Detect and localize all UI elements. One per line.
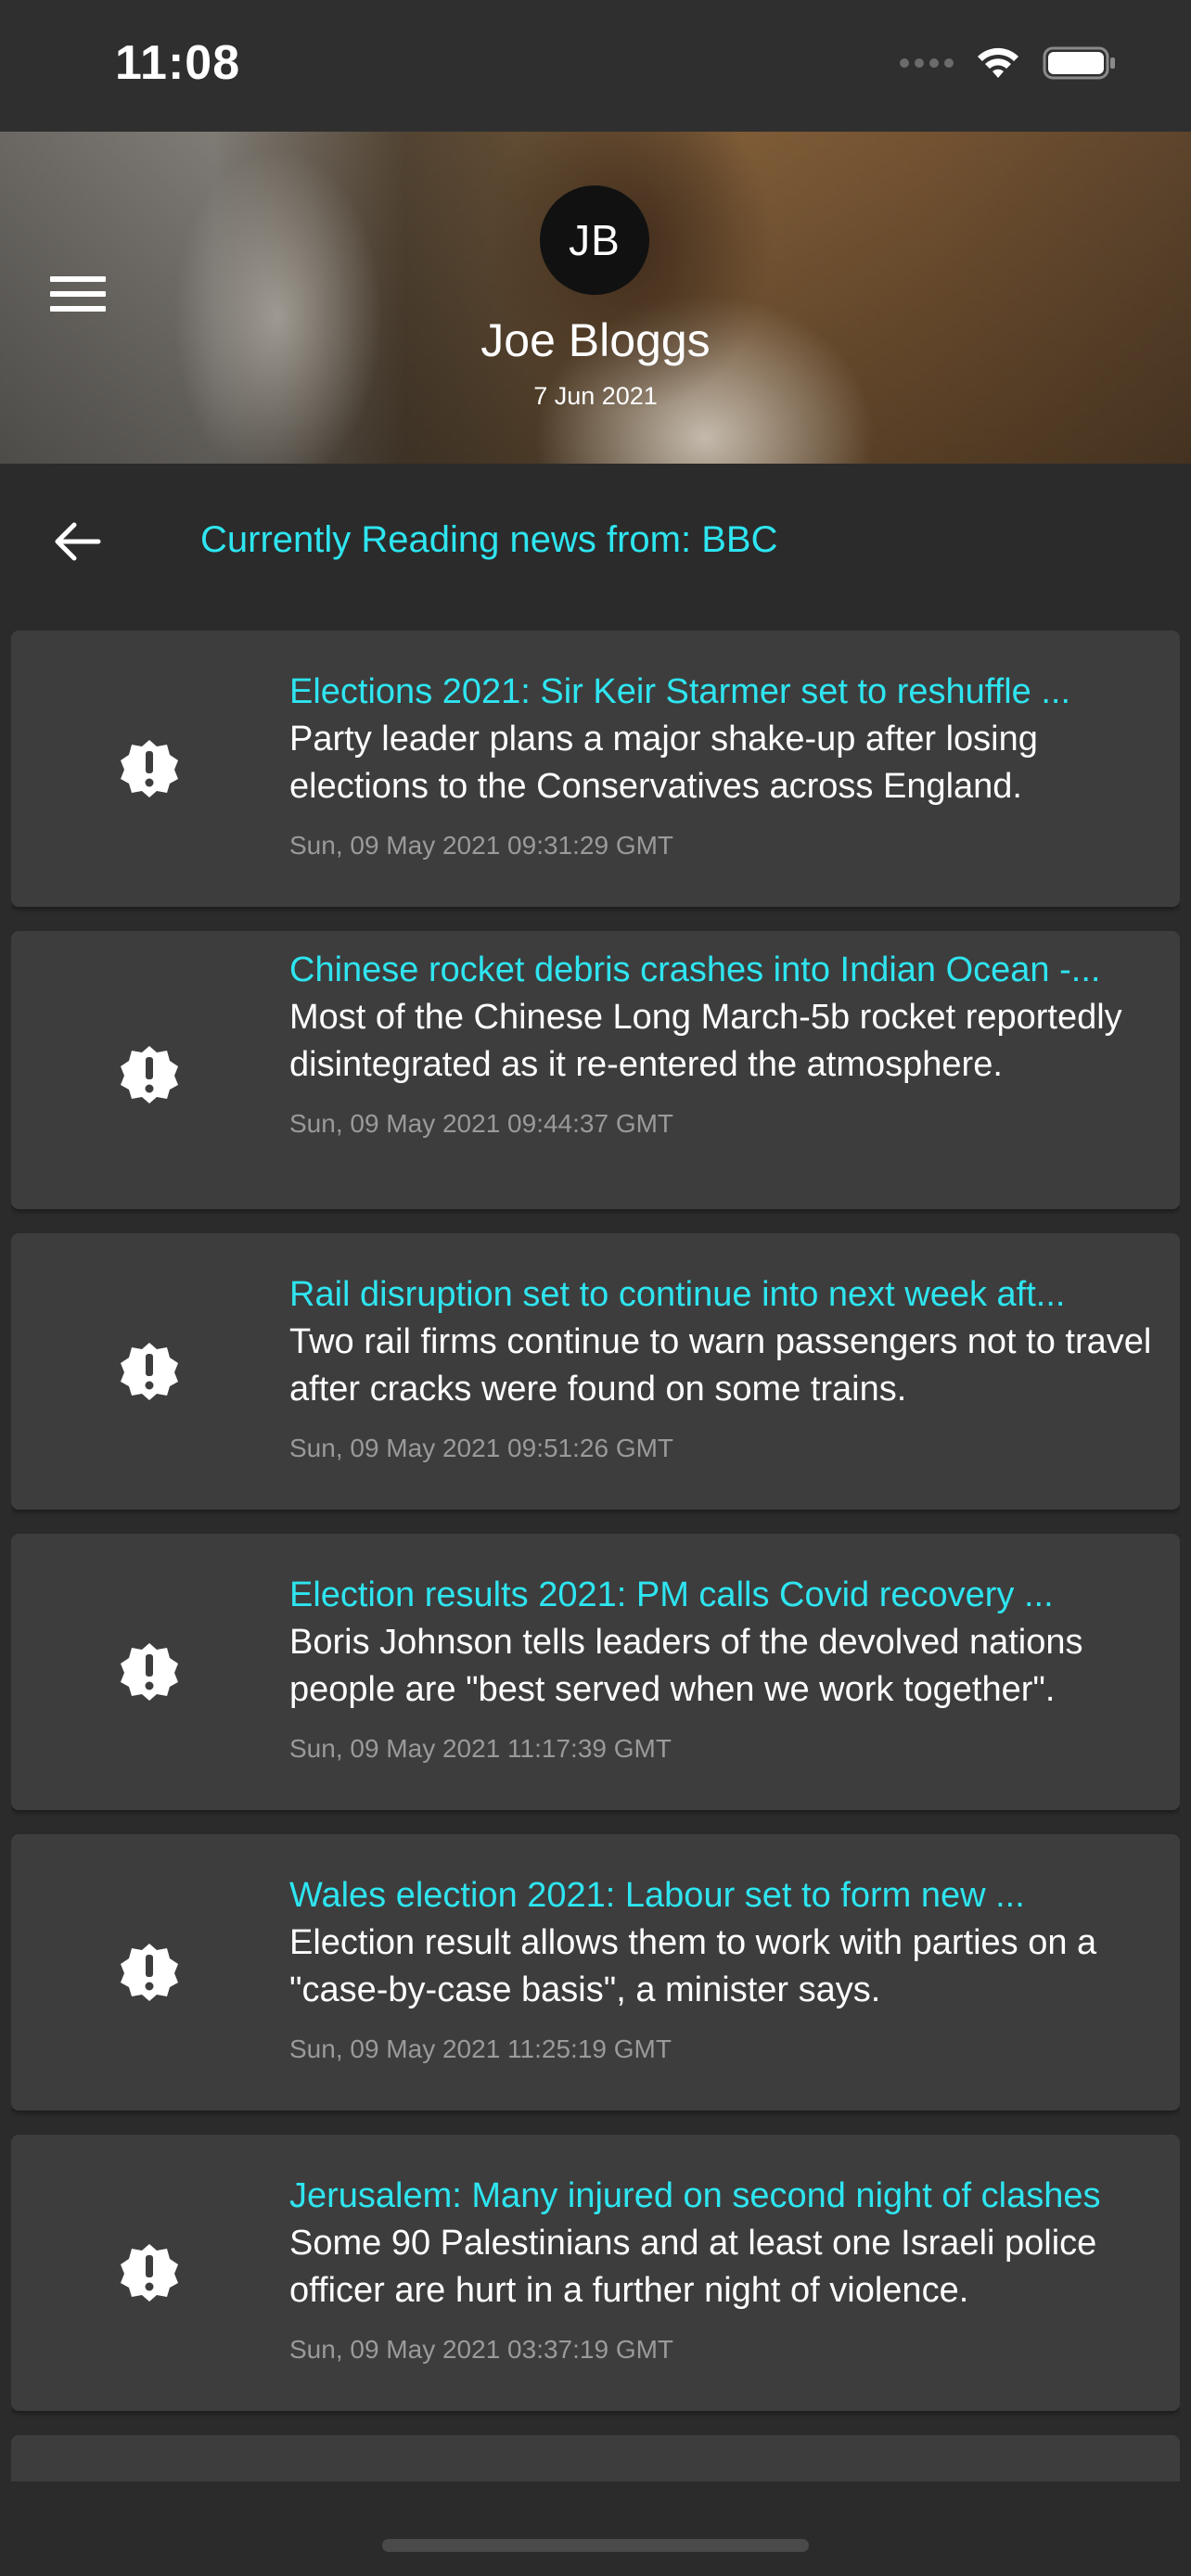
app-screen: 11:08 JB Joe Bloggs 7 Jun 2021 Currently… [0,0,1191,2576]
news-card-description: Some 90 Palestinians and at least one Is… [289,2224,1097,2310]
news-card-description: Boris Johnson tells leaders of the devol… [289,1623,1083,1709]
news-card[interactable]: Elections 2021: Sir Keir Starmer set to … [11,631,1180,907]
alert-badge-icon [117,2240,182,2305]
user-name: Joe Bloggs [480,314,711,366]
news-card-text: Elections 2021: Sir Keir Starmer set to … [289,668,1167,864]
status-bar: 11:08 [0,0,1191,132]
news-card-text: Wales election 2021: Labour set to form … [289,1871,1167,2068]
home-indicator[interactable] [382,2539,809,2552]
alert-badge-icon [117,1042,182,1107]
status-time: 11:08 [115,36,241,90]
home-indicator-area [0,2481,1191,2576]
news-card-date: Sun, 09 May 2021 11:25:19 GMT [289,2034,672,2063]
news-card[interactable]: Election results 2021: PM calls Covid re… [11,1534,1180,1810]
reading-source-label: Currently Reading news from: BBC [200,519,778,560]
profile-header: JB Joe Bloggs 7 Jun 2021 [0,132,1191,464]
news-card-date: Sun, 09 May 2021 11:17:39 GMT [289,1734,672,1763]
wifi-icon [974,45,1022,82]
reading-source-bar: Currently Reading news from: BBC [0,464,1191,621]
news-card-date: Sun, 09 May 2021 09:44:37 GMT [289,1109,674,1138]
news-card-description: Two rail firms continue to warn passenge… [289,1322,1152,1409]
news-feed[interactable]: Elections 2021: Sir Keir Starmer set to … [11,631,1180,2481]
news-card-description: Most of the Chinese Long March-5b rocket… [289,998,1122,1084]
avatar[interactable]: JB [540,185,649,295]
news-card-date: Sun, 09 May 2021 09:31:29 GMT [289,831,674,860]
news-card-text: Election results 2021: PM calls Covid re… [289,1571,1167,1767]
alert-badge-icon [117,736,182,801]
news-card-partial[interactable] [11,2435,1180,2481]
back-arrow-icon[interactable] [50,519,102,564]
news-card-text: Chinese rocket debris crashes into India… [289,946,1167,1142]
news-card-title[interactable]: Chinese rocket debris crashes into India… [289,946,1167,994]
header-background-photo [0,132,1191,464]
header-date: 7 Jun 2021 [533,382,658,410]
alert-badge-icon [117,1339,182,1404]
news-card-title[interactable]: Rail disruption set to continue into nex… [289,1270,1167,1319]
news-card[interactable]: Rail disruption set to continue into nex… [11,1233,1180,1510]
news-card-text: Rail disruption set to continue into nex… [289,1270,1167,1467]
news-card-title[interactable]: Election results 2021: PM calls Covid re… [289,1571,1167,1619]
news-card-title[interactable]: Jerusalem: Many injured on second night … [289,2172,1167,2220]
menu-icon[interactable] [50,276,106,317]
news-card[interactable]: Jerusalem: Many injured on second night … [11,2135,1180,2411]
news-card-date: Sun, 09 May 2021 03:37:19 GMT [289,2335,674,2364]
news-card[interactable]: Wales election 2021: Labour set to form … [11,1834,1180,2111]
battery-icon [1043,45,1117,82]
news-card-date: Sun, 09 May 2021 09:51:26 GMT [289,1434,674,1462]
status-icons [900,45,1117,82]
news-card-description: Election result allows them to work with… [289,1923,1097,2009]
news-card-description: Party leader plans a major shake-up afte… [289,720,1038,806]
news-card-title[interactable]: Wales election 2021: Labour set to form … [289,1871,1167,1919]
news-card[interactable]: Chinese rocket debris crashes into India… [11,931,1180,1209]
news-card-text: Jerusalem: Many injured on second night … [289,2172,1167,2368]
news-card-title[interactable]: Elections 2021: Sir Keir Starmer set to … [289,668,1167,716]
alert-badge-icon [117,1940,182,2005]
alert-badge-icon [117,1639,182,1704]
cellular-signal-icon [900,58,954,68]
